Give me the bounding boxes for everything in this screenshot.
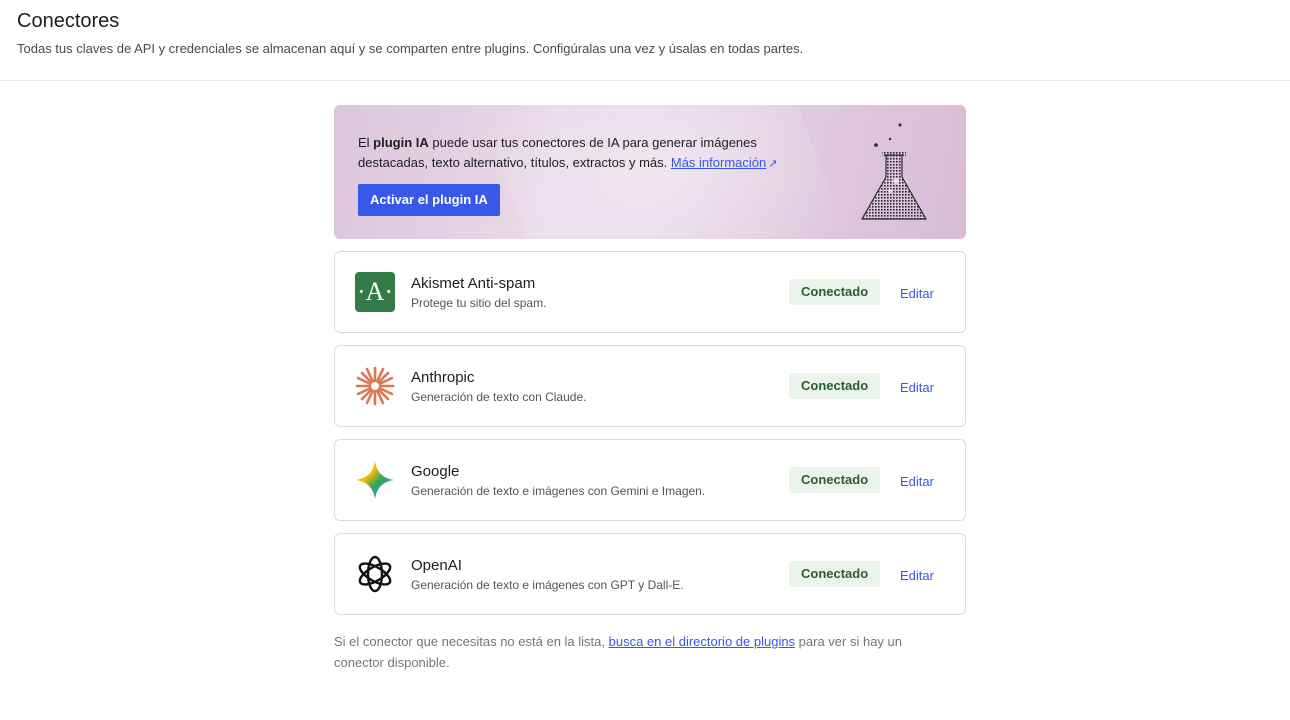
- akismet-icon: ·A·: [355, 272, 395, 312]
- edit-link[interactable]: Editar: [900, 286, 934, 301]
- connectors-main: El plugin IA puede usar tus conectores d…: [334, 105, 966, 673]
- connector-card-akismet: ·A· Akismet Anti-spam Protege tu sitio d…: [334, 251, 966, 333]
- connector-description: Generación de texto e imágenes con GPT y…: [411, 578, 684, 592]
- connector-card-google: Google Generación de texto e imágenes co…: [334, 439, 966, 521]
- connector-name: Akismet Anti-spam: [411, 275, 536, 292]
- gemini-icon: [356, 461, 394, 499]
- footer-note: Si el conector que necesitas no está en …: [334, 634, 903, 670]
- status-badge: Conectado: [789, 467, 881, 493]
- anthropic-icon: [355, 366, 395, 406]
- connector-card-openai: OpenAI Generación de texto e imágenes co…: [334, 533, 966, 615]
- status-badge: Conectado: [789, 373, 881, 399]
- connector-name: Anthropic: [411, 369, 475, 386]
- connector-description: Generación de texto e imágenes con Gemin…: [411, 484, 706, 498]
- connector-description: Generación de texto con Claude.: [411, 390, 587, 404]
- flask-icon: [860, 123, 928, 220]
- promo-plugin-name: plugin IA: [373, 135, 429, 150]
- page-subtitle: Todas tus claves de API y credenciales s…: [17, 41, 804, 56]
- ai-plugin-promo: El plugin IA puede usar tus conectores d…: [334, 105, 966, 239]
- edit-link[interactable]: Editar: [900, 568, 934, 583]
- promo-text: El plugin IA puede usar tus conectores d…: [358, 135, 778, 170]
- status-badge: Conectado: [789, 561, 881, 587]
- edit-link[interactable]: Editar: [900, 380, 934, 395]
- activate-ai-plugin-button[interactable]: Activar el plugin IA: [358, 184, 500, 216]
- openai-icon: [358, 555, 392, 593]
- status-badge: Conectado: [789, 279, 881, 305]
- connector-name: OpenAI: [411, 557, 462, 574]
- external-link-icon: ↗: [768, 158, 778, 170]
- connector-name: Google: [411, 463, 460, 480]
- page-title: Conectores: [17, 10, 120, 32]
- connector-card-anthropic: Anthropic Generación de texto con Claude…: [334, 345, 966, 427]
- plugin-directory-link[interactable]: busca en el directorio de plugins: [609, 634, 795, 649]
- edit-link[interactable]: Editar: [900, 474, 934, 489]
- more-info-link[interactable]: Más información: [671, 155, 766, 170]
- page-header: Conectores Todas tus claves de API y cre…: [0, 0, 1290, 81]
- connector-description: Protege tu sitio del spam.: [411, 296, 547, 310]
